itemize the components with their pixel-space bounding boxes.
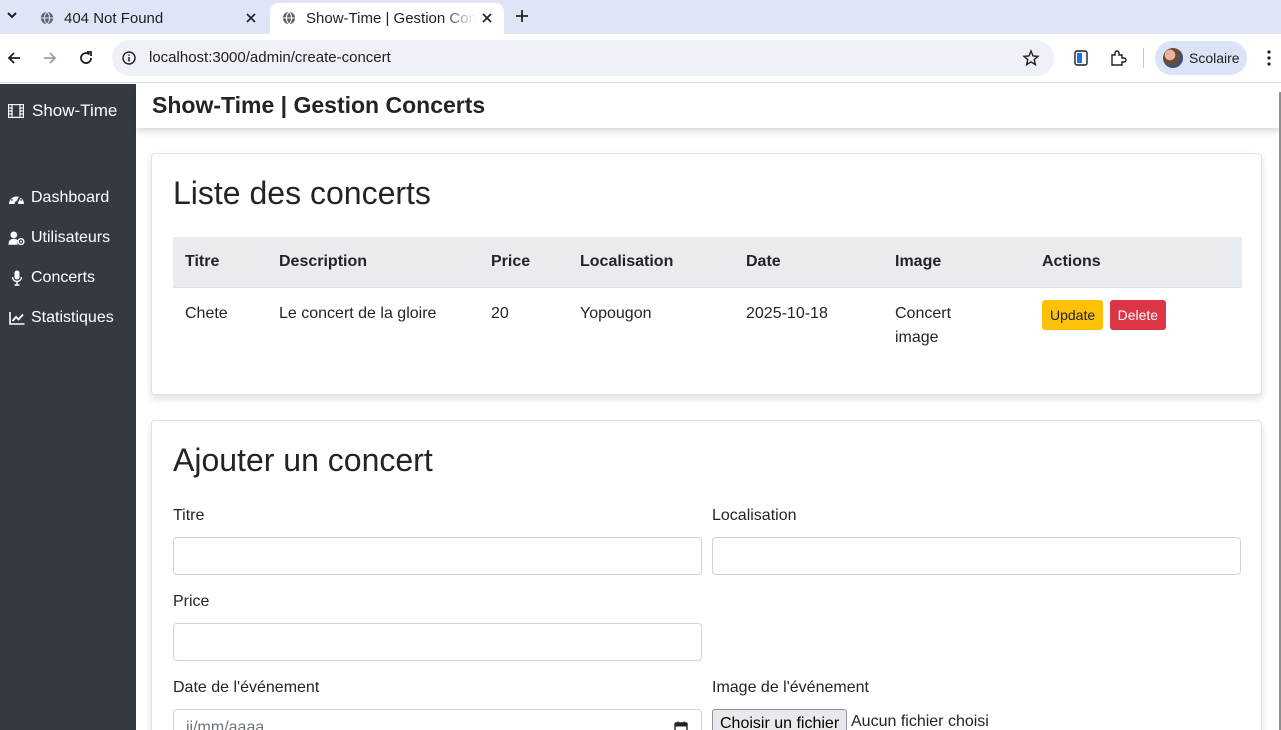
- toolbar-divider: [1143, 48, 1144, 68]
- file-status: Aucun fichier choisi: [851, 713, 989, 730]
- back-arrow-icon[interactable]: [4, 48, 24, 68]
- cell-actions: Update Delete: [1030, 287, 1242, 357]
- column-header-image: Image: [883, 237, 1030, 288]
- close-icon[interactable]: [480, 11, 494, 25]
- image-label: Image de l'événement: [712, 679, 869, 696]
- site-info-icon[interactable]: [122, 51, 136, 65]
- microphone-icon: [8, 270, 25, 286]
- concerts-table: Titre Description Price Localisation Dat…: [173, 237, 1242, 357]
- top-navbar: Show-Time | Gestion Concerts: [136, 84, 1281, 128]
- sidebar: Show-Time Dashboard Utilisateurs Concert…: [0, 84, 136, 730]
- extensions-puzzle-icon[interactable]: [1108, 48, 1128, 68]
- localisation-label: Localisation: [712, 507, 797, 524]
- sidebar-item-label: Utilisateurs: [31, 229, 111, 246]
- cell-image: Concert image: [883, 287, 1030, 357]
- tab-title: 404 Not Found: [64, 10, 164, 27]
- update-button[interactable]: Update: [1042, 299, 1104, 330]
- add-concert-title: Ajouter un concert: [173, 442, 433, 478]
- more-vertical-icon[interactable]: [1262, 48, 1276, 68]
- date-input[interactable]: jj/mm/aaaa: [173, 709, 702, 730]
- profile-button[interactable]: Scolaire: [1155, 41, 1247, 75]
- sidebar-item-concerts[interactable]: Concerts: [8, 269, 95, 287]
- url-text: localhost:3000/admin/create-concert: [149, 49, 391, 66]
- profile-name: Scolaire: [1189, 50, 1240, 66]
- localisation-input[interactable]: [712, 537, 1241, 575]
- sidebar-item-label: Concerts: [31, 269, 96, 286]
- globe-icon: [40, 11, 54, 25]
- cell-price: 20: [491, 304, 509, 322]
- close-icon[interactable]: [244, 11, 258, 25]
- address-bar[interactable]: localhost:3000/admin/create-concert: [112, 40, 1054, 76]
- sidebar-item-label: Statistiques: [31, 309, 114, 326]
- cell-description: Le concert de la gloire: [279, 304, 437, 322]
- cell-titre: Chete: [185, 304, 228, 322]
- sidebar-brand[interactable]: Show-Time: [8, 101, 117, 121]
- concert-list-card: Liste des concerts Titre Description Pri…: [151, 153, 1262, 395]
- sidebar-item-label: Dashboard: [31, 189, 110, 206]
- date-placeholder: jj/mm/aaaa: [186, 719, 265, 730]
- browser-tab-show-time[interactable]: Show-Time | Gestion Concerts: [270, 3, 504, 34]
- browser-tab-404[interactable]: 404 Not Found: [28, 3, 268, 34]
- add-concert-card: Ajouter un concert Titre Localisation Pr…: [151, 420, 1262, 730]
- delete-button[interactable]: Delete: [1109, 299, 1167, 330]
- film-icon: [8, 104, 24, 118]
- sidebar-item-dashboard[interactable]: Dashboard: [8, 189, 109, 207]
- choose-file-button[interactable]: Choisir un fichier: [712, 709, 848, 730]
- titre-input[interactable]: [173, 537, 702, 575]
- brand-label: Show-Time: [32, 101, 118, 120]
- sidebar-item-utilisateurs[interactable]: Utilisateurs: [8, 229, 110, 247]
- page-viewport: Show-Time Dashboard Utilisateurs Concert…: [0, 84, 1281, 730]
- browser-tab-bar: 404 Not Found Show-Time | Gestion Concer…: [0, 0, 1281, 34]
- column-header-localisation: Localisation: [568, 237, 734, 288]
- forward-arrow-icon[interactable]: [40, 48, 60, 68]
- user-cog-icon: [8, 230, 25, 246]
- column-header-date: Date: [734, 237, 883, 288]
- tab-title: Show-Time | Gestion Concerts: [306, 10, 476, 27]
- line-chart-icon: [8, 310, 25, 326]
- reload-icon[interactable]: [76, 48, 96, 68]
- table-row: Chete Le concert de la gloire 20 Yopougo…: [173, 287, 1242, 357]
- column-header-description: Description: [267, 237, 479, 288]
- concert-list-title: Liste des concerts: [173, 175, 431, 211]
- tab-search-chevron-icon[interactable]: [2, 4, 22, 26]
- price-label: Price: [173, 593, 210, 610]
- globe-icon: [282, 11, 296, 25]
- cell-date: 2025-10-18: [746, 304, 828, 322]
- sidebar-item-statistiques[interactable]: Statistiques: [8, 309, 114, 327]
- column-header-actions: Actions: [1030, 237, 1242, 288]
- calendar-icon[interactable]: [674, 721, 688, 730]
- gauge-icon: [8, 190, 25, 206]
- column-header-price: Price: [479, 237, 568, 288]
- price-input[interactable]: [173, 623, 702, 661]
- bookmark-star-icon[interactable]: [1022, 49, 1040, 67]
- column-header-titre: Titre: [173, 237, 267, 288]
- date-label: Date de l'événement: [173, 679, 320, 696]
- new-tab-plus-icon[interactable]: [512, 6, 532, 26]
- titre-label: Titre: [173, 507, 205, 524]
- page-title: Show-Time | Gestion Concerts: [152, 92, 486, 118]
- concert-image: Concert image: [895, 304, 952, 346]
- table-header-row: Titre Description Price Localisation Dat…: [173, 237, 1242, 288]
- cell-localisation: Yopougon: [580, 304, 652, 322]
- reading-mode-icon[interactable]: [1071, 48, 1091, 68]
- avatar: [1163, 48, 1183, 68]
- browser-toolbar: localhost:3000/admin/create-concert Scol…: [0, 34, 1281, 83]
